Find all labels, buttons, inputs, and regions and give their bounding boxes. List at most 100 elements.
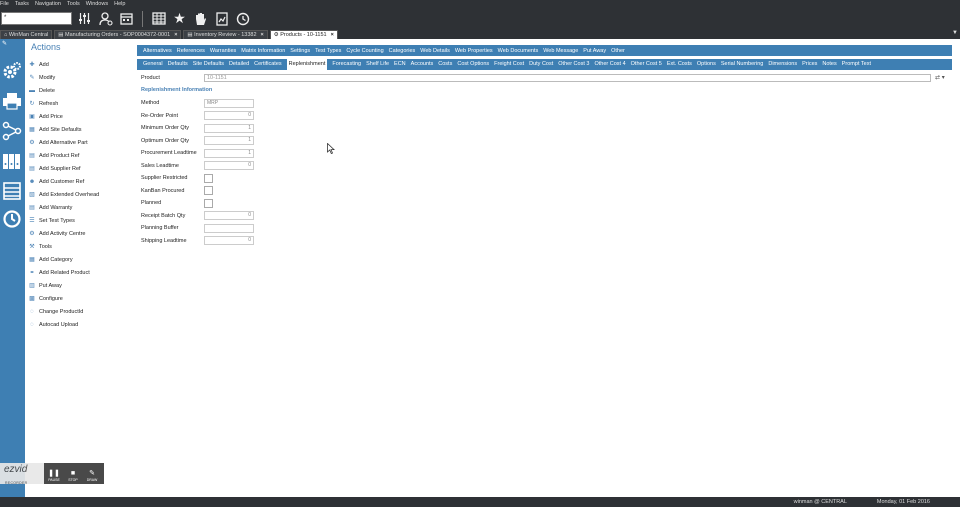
tab-web-properties[interactable]: Web Properties (455, 48, 493, 54)
tab-web-details[interactable]: Web Details (420, 48, 450, 54)
grid-icon[interactable] (150, 10, 167, 27)
tab-defaults[interactable]: Defaults (168, 59, 188, 70)
minimum-order-qty-field[interactable]: 1 (204, 123, 254, 133)
tab-other-cost-4[interactable]: Other Cost 4 (594, 59, 625, 70)
tab-other-cost-3[interactable]: Other Cost 3 (558, 59, 589, 70)
action-add-alternative-part[interactable]: ⚙ Add Alternative Part (28, 136, 99, 149)
search-input[interactable]: * (1, 12, 72, 25)
planned-checkbox[interactable] (204, 198, 213, 208)
menu-windows[interactable]: Windows (86, 1, 108, 7)
action-autocad-upload[interactable]: ◌ Autocad Upload (28, 318, 99, 331)
network-icon[interactable] (1, 121, 23, 143)
product-field[interactable]: 10-1151 (204, 73, 931, 82)
document-chart-icon[interactable] (213, 10, 230, 27)
tab-cost-options[interactable]: Cost Options (457, 59, 489, 70)
action-add-supplier-ref[interactable]: ▤ Add Supplier Ref (28, 162, 99, 175)
action-configure[interactable]: ▩ Configure (28, 292, 99, 305)
tab-categories[interactable]: Categories (389, 48, 416, 54)
close-icon[interactable]: × (174, 32, 177, 38)
tab-other[interactable]: Other (611, 48, 625, 54)
action-add-extended-overhead[interactable]: ▧ Add Extended Overhead (28, 188, 99, 201)
method-field[interactable]: MRP (204, 98, 254, 108)
hand-icon[interactable] (192, 10, 209, 27)
history-icon[interactable] (1, 209, 23, 231)
tab-site-defaults[interactable]: Site Defaults (193, 59, 224, 70)
optimum-order-qty-field[interactable]: 1 (204, 136, 254, 146)
tab-serial-numbering[interactable]: Serial Numbering (721, 59, 764, 70)
printer-icon[interactable] (1, 91, 23, 113)
menu-tools[interactable]: Tools (67, 1, 80, 7)
chevron-down-icon[interactable]: ▾ (942, 75, 945, 81)
tab-replenishment[interactable]: Replenishment (286, 59, 328, 70)
tab-costs[interactable]: Costs (438, 59, 452, 70)
menu-file[interactable]: File (0, 1, 9, 7)
tab-accounts[interactable]: Accounts (411, 59, 434, 70)
tab-put-away[interactable]: Put Away (583, 48, 606, 54)
tab-forecasting[interactable]: Forecasting (332, 59, 361, 70)
tab-freight-cost[interactable]: Freight Cost (494, 59, 524, 70)
chevron-down-icon[interactable]: ▼ (952, 30, 958, 36)
action-tools[interactable]: ⚒ Tools (28, 240, 99, 253)
draw-button[interactable]: ✎ DRAW (83, 464, 101, 483)
tab-other-cost-5[interactable]: Other Cost 5 (631, 59, 662, 70)
sales-leadtime-field[interactable]: 0 (204, 161, 254, 171)
pause-button[interactable]: ❚❚ PAUSE (45, 464, 63, 483)
link-icon[interactable]: ⇄ (935, 75, 940, 81)
tab-winman-central[interactable]: ⌂ WinMan Central (0, 30, 53, 39)
calendar-icon[interactable] (118, 10, 135, 27)
tab-ext-costs[interactable]: Ext. Costs (667, 59, 692, 70)
action-add-price[interactable]: ▣ Add Price (28, 110, 99, 123)
action-add-category[interactable]: ▦ Add Category (28, 253, 99, 266)
tab-prices[interactable]: Prices (802, 59, 817, 70)
planning-buffer-field[interactable] (204, 223, 254, 233)
action-add[interactable]: ✚ Add (28, 58, 99, 71)
pin-icon[interactable]: ✎ (2, 40, 7, 47)
tab-notes[interactable]: Notes (822, 59, 836, 70)
sliders-icon[interactable] (76, 10, 93, 27)
tab-web-message[interactable]: Web Message (543, 48, 578, 54)
tab-warranties[interactable]: Warranties (210, 48, 236, 54)
action-change-productid[interactable]: ◌ Change ProductId (28, 305, 99, 318)
tab-prompt-text[interactable]: Prompt Text (842, 59, 871, 70)
action-set-test-types[interactable]: ☰ Set Test Types (28, 214, 99, 227)
action-add-activity-centre[interactable]: ⚙ Add Activity Centre (28, 227, 99, 240)
star-icon[interactable]: ★ (171, 10, 188, 27)
tab-web-documents[interactable]: Web Documents (498, 48, 539, 54)
history-icon[interactable] (234, 10, 251, 27)
tab-dimensions[interactable]: Dimensions (768, 59, 797, 70)
tab-test-types[interactable]: Test Types (315, 48, 341, 54)
user-settings-icon[interactable] (97, 10, 114, 27)
receipt-batch-qty-field[interactable]: 0 (204, 211, 254, 221)
action-add-product-ref[interactable]: ▤ Add Product Ref (28, 149, 99, 162)
tab-matrix-information[interactable]: Matrix Information (241, 48, 285, 54)
tab-manufacturing-orders[interactable]: ▤ Manufacturing Orders - SOP0004372-0001… (54, 30, 182, 39)
kanban-procured-checkbox[interactable] (204, 186, 213, 196)
reorder-point-field[interactable]: 0 (204, 111, 254, 121)
menu-tasks[interactable]: Tasks (15, 1, 29, 7)
tab-shelf-life[interactable]: Shelf Life (366, 59, 389, 70)
tab-certificates[interactable]: Certificates (254, 59, 282, 70)
tab-duty-cost[interactable]: Duty Cost (529, 59, 553, 70)
action-modify[interactable]: ✎ Modify (28, 71, 99, 84)
tab-references[interactable]: References (177, 48, 205, 54)
action-add-warranty[interactable]: ▤ Add Warranty (28, 201, 99, 214)
menu-navigation[interactable]: Navigation (35, 1, 61, 7)
list-icon[interactable] (1, 181, 23, 203)
tab-cycle-counting[interactable]: Cycle Counting (346, 48, 383, 54)
tab-options[interactable]: Options (697, 59, 716, 70)
action-refresh[interactable]: ↻ Refresh (28, 97, 99, 110)
tab-general[interactable]: General (143, 59, 163, 70)
tab-detailed[interactable]: Detailed (229, 59, 249, 70)
procurement-leadtime-field[interactable]: 1 (204, 148, 254, 158)
action-add-customer-ref[interactable]: ☻ Add Customer Ref (28, 175, 99, 188)
close-icon[interactable]: × (261, 32, 264, 38)
tab-ecn[interactable]: ECN (394, 59, 406, 70)
tab-products[interactable]: ⚙ Products - 10-1151 × (269, 30, 338, 39)
menu-help[interactable]: Help (114, 1, 125, 7)
close-icon[interactable]: × (331, 32, 334, 38)
supplier-restricted-checkbox[interactable] (204, 173, 213, 183)
tab-inventory-review[interactable]: ▤ Inventory Review - 13382 × (183, 30, 268, 39)
action-delete[interactable]: ▬ Delete (28, 84, 99, 97)
shipping-leadtime-field[interactable]: 0 (204, 236, 254, 246)
binders-icon[interactable] (1, 151, 23, 173)
